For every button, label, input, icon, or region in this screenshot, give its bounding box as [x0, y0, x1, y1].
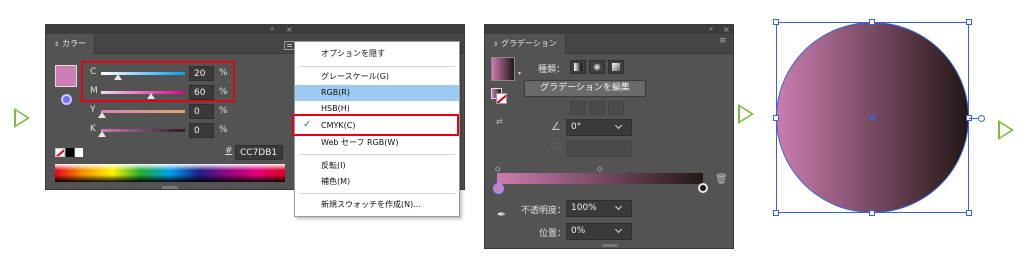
panel-resize-grip[interactable]	[602, 244, 618, 247]
aspect-ratio-icon: ◌	[551, 141, 559, 151]
flow-arrow-3	[998, 120, 1014, 140]
trash-icon[interactable]: 🗑	[715, 174, 728, 185]
selection-handle[interactable]	[966, 19, 972, 25]
gradient-stop-start[interactable]	[493, 183, 504, 194]
opacity-label: 不透明度：	[521, 206, 567, 216]
center-point	[870, 115, 875, 120]
slider-c-thumb[interactable]	[114, 74, 122, 80]
panel-arrows-icon: ⇕	[54, 41, 60, 48]
location-label: 位置：	[539, 229, 567, 239]
close-icon[interactable]: ×	[723, 25, 730, 34]
midpoint-diamond-icon[interactable]: ◇	[495, 165, 500, 173]
corner-widget-icon[interactable]	[978, 115, 985, 122]
tab-color-label: カラー	[62, 39, 87, 48]
slider-y-input[interactable]: 0	[189, 104, 214, 119]
angle-value: 0°	[571, 122, 582, 132]
freeform-gradient-button[interactable]	[608, 60, 624, 74]
selection-handle[interactable]	[966, 210, 972, 216]
menu-separator	[299, 154, 455, 155]
slider-c-unit: %	[219, 68, 228, 78]
location-field[interactable]: 0%	[566, 223, 632, 240]
menu-item-invert[interactable]: 反転(I)	[295, 158, 459, 174]
slider-k-unit: %	[219, 125, 228, 135]
hex-symbol-icon: #	[225, 146, 233, 156]
stroke-swatch[interactable]	[61, 94, 72, 105]
gradient-type-label: 種類：	[538, 65, 566, 75]
cmyk-highlight-box	[292, 114, 459, 136]
color-spectrum[interactable]	[55, 164, 285, 182]
none-swatch[interactable]	[55, 148, 65, 157]
tab-bar: ⇕ グラデーション	[485, 34, 733, 54]
selection-handle[interactable]	[869, 19, 875, 25]
collapse-icon[interactable]: «	[270, 25, 274, 34]
reverse-gradient-icon[interactable]: ⇄	[496, 117, 503, 126]
flow-arrow-1	[14, 108, 30, 128]
location-value: 0%	[571, 226, 586, 236]
tab-gradient-label: グラデーション	[501, 39, 557, 48]
slider-k-label: K	[90, 124, 96, 134]
selection-handle[interactable]	[773, 210, 779, 216]
menu-separator	[299, 193, 455, 194]
panel-arrows-icon: ⇕	[493, 41, 499, 48]
linear-gradient-button[interactable]	[570, 60, 586, 74]
panel-resize-grip[interactable]	[162, 186, 178, 189]
angle-field[interactable]: 0°	[566, 119, 632, 136]
menu-item-complement[interactable]: 補色(M)	[295, 174, 459, 190]
slider-m-thumb[interactable]	[147, 93, 155, 99]
fill-stroke-icon[interactable]	[491, 88, 507, 104]
menu-item-web-safe-rgb[interactable]: Web セーフ RGB(W)	[295, 135, 459, 151]
gradient-stop-end[interactable]	[698, 183, 708, 193]
menu-item-grayscale[interactable]: グレースケール(G)	[295, 69, 459, 85]
stroke-gradient-button-1	[570, 101, 586, 115]
panel-title-bar[interactable]	[46, 25, 464, 34]
panel-title-bar[interactable]	[485, 25, 733, 34]
dropdown-arrow-icon[interactable]: ▾	[518, 70, 521, 77]
gradient-slider-bar[interactable]	[497, 173, 703, 184]
slider-k-thumb[interactable]	[98, 131, 106, 137]
edit-gradient-button[interactable]: グラデーションを編集	[524, 80, 646, 97]
slider-c-label: C	[90, 67, 97, 77]
menu-item-new-swatch[interactable]: 新規スウォッチを作成(N)...	[295, 197, 459, 213]
selection-handle[interactable]	[773, 19, 779, 25]
slider-y-track[interactable]	[101, 110, 185, 113]
tab-gradient[interactable]: ⇕ グラデーション	[485, 34, 566, 54]
slider-k-track[interactable]	[101, 129, 185, 132]
menu-separator	[299, 66, 455, 67]
slider-m-input[interactable]: 60	[189, 85, 214, 100]
opacity-value: 100%	[571, 203, 597, 213]
black-swatch[interactable]	[66, 148, 74, 157]
hex-input[interactable]: CC7DB1	[235, 145, 283, 160]
eyedropper-icon[interactable]: ✒	[497, 208, 506, 221]
stroke-gradient-button-2	[589, 101, 605, 115]
slider-m-label: M	[90, 86, 98, 96]
radial-gradient-button[interactable]	[589, 60, 605, 74]
flow-arrow-2	[738, 104, 754, 124]
slider-k-input[interactable]: 0	[189, 123, 214, 138]
collapse-icon[interactable]: «	[709, 25, 713, 34]
slider-m-unit: %	[219, 87, 228, 97]
slider-y-label: Y	[90, 105, 96, 115]
white-swatch[interactable]	[75, 148, 83, 157]
slider-m-track[interactable]	[101, 91, 185, 94]
panel-menu-icon[interactable]: ≡	[719, 36, 727, 46]
slider-y-thumb[interactable]	[98, 112, 106, 118]
fill-swatch[interactable]	[55, 65, 77, 87]
stroke-gradient-button-3	[608, 101, 624, 115]
slider-c-input[interactable]: 20	[189, 66, 214, 81]
menu-item-hide-options[interactable]: オプションを隠す	[295, 46, 459, 62]
slider-y-unit: %	[219, 106, 228, 116]
corner-widget-line	[969, 118, 978, 119]
tab-color[interactable]: ⇕ カラー	[46, 34, 96, 54]
selection-handle[interactable]	[773, 115, 779, 121]
midpoint-diamond-icon[interactable]: ◇	[597, 165, 602, 173]
menu-item-rgb[interactable]: RGB(R)	[295, 85, 459, 101]
gradient-preview-swatch[interactable]	[491, 57, 515, 81]
selection-handle[interactable]	[869, 210, 875, 216]
aspect-ratio-field	[566, 140, 632, 157]
close-icon[interactable]: ×	[286, 25, 293, 34]
opacity-field[interactable]: 100%	[566, 200, 632, 217]
angle-icon: ∠	[551, 120, 561, 133]
